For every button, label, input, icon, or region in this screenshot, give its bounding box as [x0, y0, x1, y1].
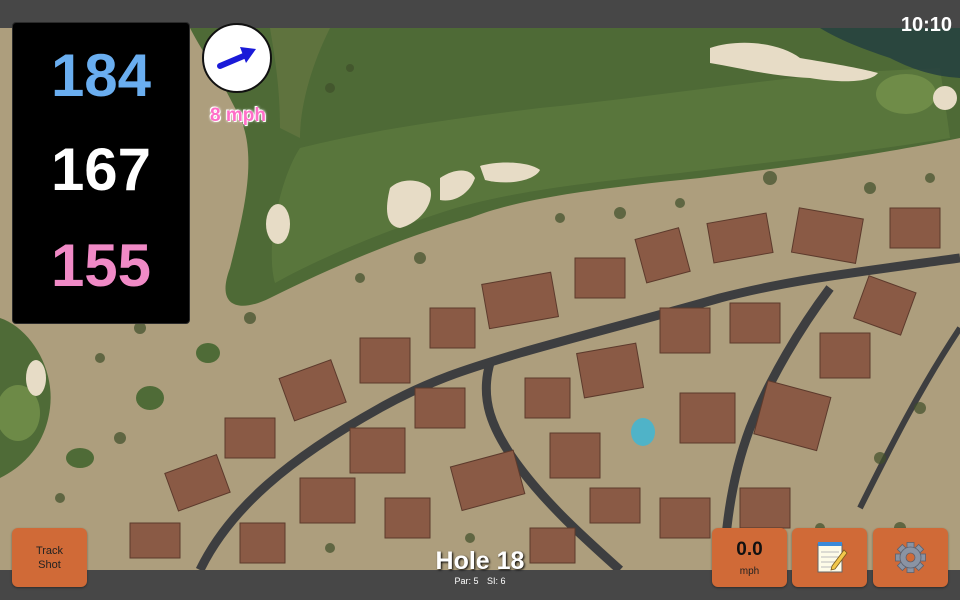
gear-icon — [895, 542, 926, 573]
wind-speed-value: 0.0 — [736, 539, 763, 560]
green — [876, 74, 936, 114]
hole-info: Par: 5 SI: 6 — [380, 576, 580, 586]
hole-title: Hole 18 — [435, 547, 525, 575]
pool — [631, 418, 655, 446]
settings-button[interactable] — [873, 528, 948, 587]
wind-direction-indicator — [202, 23, 272, 93]
wind-speed-label: 8 mph — [210, 105, 266, 126]
wind-speed-unit: mph — [739, 566, 760, 577]
back-yardage: 184 — [50, 42, 152, 109]
notepad-icon — [817, 542, 848, 573]
arrow-icon — [217, 47, 256, 69]
si-label: SI: 6 — [487, 576, 506, 586]
wind-speed-button[interactable]: 0.0 mph — [712, 528, 787, 587]
par-label: Par: 5 — [454, 576, 479, 586]
center-yardage: 167 — [50, 136, 152, 203]
front-yardage: 155 — [50, 232, 152, 299]
track-shot-button[interactable]: Track Shot — [12, 528, 87, 587]
track-shot-label-line2: Shot — [38, 559, 61, 571]
notes-button[interactable] — [792, 528, 867, 587]
track-shot-label-line1: Track — [35, 545, 64, 557]
yardage-panel: 184 167 155 — [12, 22, 190, 324]
clock: 10:10 — [900, 14, 952, 36]
